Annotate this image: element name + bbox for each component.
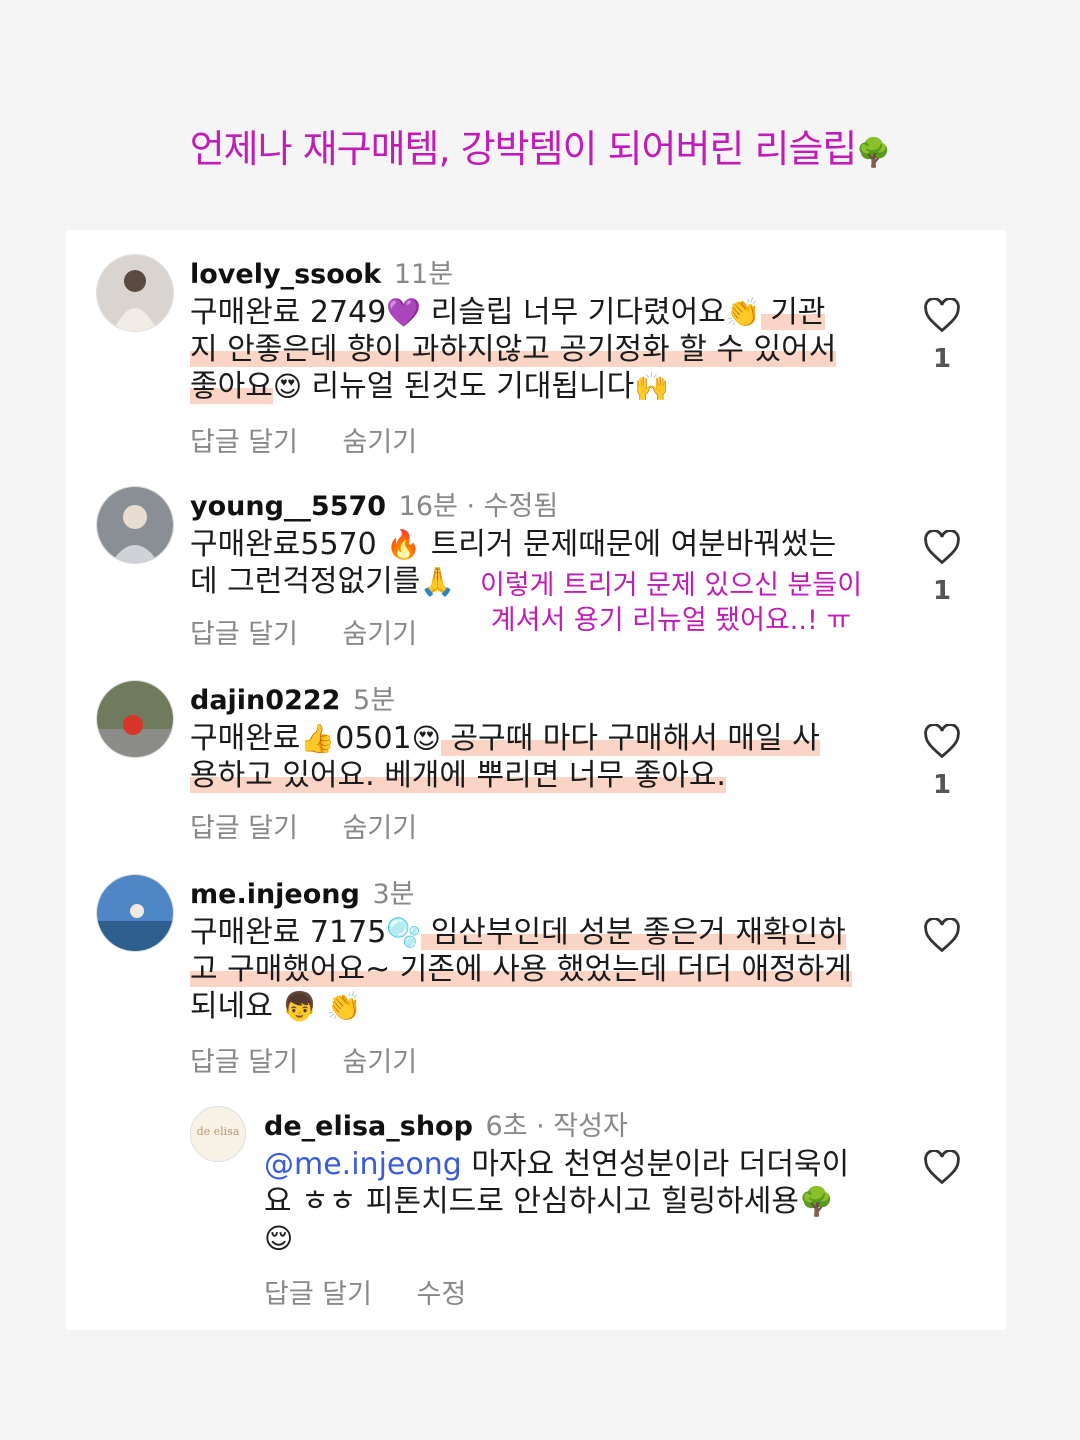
username[interactable]: me.injeong xyxy=(190,879,360,910)
reply-button[interactable]: 답글 달기 xyxy=(264,1279,372,1310)
heart-outline-icon[interactable] xyxy=(923,530,961,564)
timestamp: 6초 xyxy=(485,1111,528,1142)
clap-icon: 👏 xyxy=(725,296,761,329)
username[interactable]: dajin0222 xyxy=(190,685,340,716)
like-count: 1 xyxy=(932,770,952,800)
timestamp: 11분 xyxy=(393,259,454,290)
heart-eyes-icon: 😍 xyxy=(411,722,441,755)
hide-button[interactable]: 숨기기 xyxy=(343,427,418,458)
heart-eyes-icon: 😍 xyxy=(272,370,303,403)
edit-button[interactable]: 수정 xyxy=(417,1279,467,1310)
avatar[interactable] xyxy=(96,874,174,952)
reply-button[interactable]: 답글 달기 xyxy=(190,619,298,650)
heart-outline-icon[interactable] xyxy=(923,1150,961,1184)
timestamp: 3분 xyxy=(372,879,415,910)
raised-hands-icon: 🙌 xyxy=(634,370,670,403)
like-count: 1 xyxy=(932,576,952,606)
tree-icon: 🌳 xyxy=(798,1185,834,1218)
username[interactable]: de_elisa_shop xyxy=(264,1111,473,1142)
author-tag: · 작성자 xyxy=(536,1111,628,1142)
reply-button[interactable]: 답글 달기 xyxy=(190,427,298,458)
like-button[interactable] xyxy=(920,918,964,952)
hide-button[interactable]: 숨기기 xyxy=(343,619,418,650)
purple-heart-icon: 💜 xyxy=(386,296,422,329)
comment-text: 구매완료 7175🫧 임산부인데 성분 좋은거 재확인하 고 구매했어요~ 기존… xyxy=(190,915,852,1024)
shop-avatar[interactable]: de elisa xyxy=(190,1106,246,1162)
page-headline: 언제나 재구매템, 강박템이 되어버린 리슬립🌳 xyxy=(0,118,1080,173)
annotation-note: 이렇게 트리거 문제 있으신 분들이 계셔서 용기 리뉴얼 됐어요..! ㅠ xyxy=(479,570,863,636)
hide-button[interactable]: 숨기기 xyxy=(343,813,418,844)
heart-outline-icon[interactable] xyxy=(923,298,961,332)
tree-icon: 🌳 xyxy=(856,136,891,169)
heart-outline-icon[interactable] xyxy=(923,918,961,952)
hide-button[interactable]: 숨기기 xyxy=(343,1047,418,1078)
reply-text: @me.injeong 마자요 천연성분이라 더더욱이 요 ㅎㅎ 피톤치드로 안… xyxy=(264,1147,850,1255)
username[interactable]: young__5570 xyxy=(190,491,386,522)
avatar[interactable] xyxy=(96,680,174,758)
edited-tag: · 수정됨 xyxy=(466,491,559,522)
like-count: 1 xyxy=(932,344,952,374)
avatar-logo-text: de elisa xyxy=(196,1125,240,1138)
avatar[interactable] xyxy=(96,486,174,564)
thumbs-up-icon: 👍 xyxy=(300,722,336,755)
like-button[interactable]: 1 xyxy=(920,298,964,374)
like-button[interactable] xyxy=(920,1150,964,1184)
avatar[interactable] xyxy=(96,254,174,332)
boy-icon: 👦 xyxy=(282,990,318,1023)
headline-text: 언제나 재구매템, 강박템이 되어버린 리슬립 xyxy=(189,127,858,171)
like-button[interactable]: 1 xyxy=(920,530,964,606)
username[interactable]: lovely_ssook xyxy=(190,259,381,290)
heart-outline-icon[interactable] xyxy=(923,724,961,758)
reply-button[interactable]: 답글 달기 xyxy=(190,813,298,844)
like-button[interactable]: 1 xyxy=(920,724,964,800)
timestamp: 16분 xyxy=(398,491,458,522)
comment-text: 구매완료 2749💜 리슬립 너무 기다렸어요👏 기관 지 안좋은데 향이 과하… xyxy=(190,295,837,404)
comments-panel: lovely_ssook 11분 구매완료 2749💜 리슬립 너무 기다렸어요… xyxy=(66,230,1006,1330)
mention-link[interactable]: @me.injeong xyxy=(264,1147,462,1182)
reply-button[interactable]: 답글 달기 xyxy=(190,1047,298,1078)
clap-icon: 👏 xyxy=(326,990,362,1023)
bubbles-icon: 🫧 xyxy=(386,916,422,949)
comment-text: 구매완료👍0501😍 공구때 마다 구매해서 매일 사 용하고 있어요. 베개에… xyxy=(190,721,820,793)
relieved-face-icon: 😌 xyxy=(264,1222,294,1255)
folded-hands-icon: 🙏 xyxy=(420,565,456,598)
timestamp: 5분 xyxy=(353,685,396,716)
fire-icon: 🔥 xyxy=(386,528,422,561)
